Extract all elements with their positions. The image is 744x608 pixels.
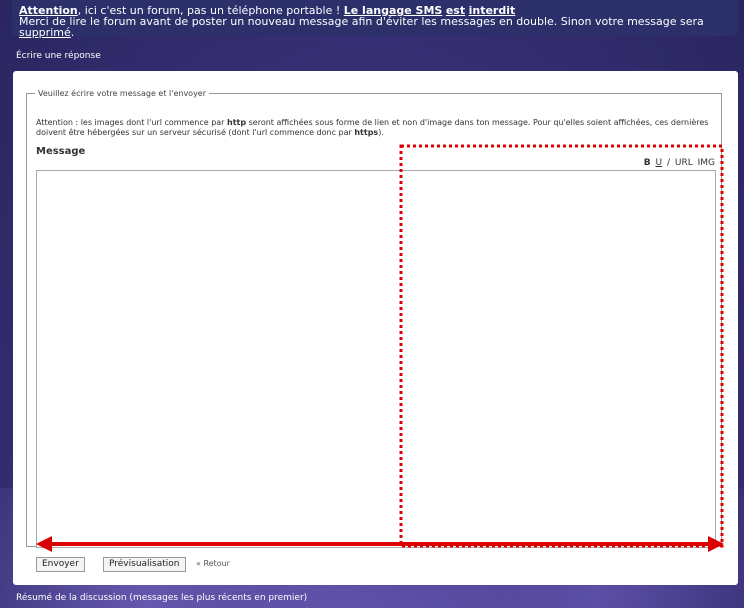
notice-line-2: Merci de lire le forum avant de poster u…: [19, 15, 704, 39]
message-textarea[interactable]: [36, 170, 716, 548]
preview-button[interactable]: Prévisualisation: [103, 557, 186, 572]
img-button[interactable]: IMG: [698, 158, 715, 168]
image-url-hint: Attention : les images dont l'url commen…: [36, 118, 716, 138]
url-button[interactable]: URL: [675, 158, 693, 168]
format-toolbar: B U / URL IMG: [642, 158, 715, 168]
hint-https: https: [354, 128, 379, 137]
reply-fieldset: Veuillez écrire votre message et l'envoy…: [26, 89, 722, 548]
send-button[interactable]: Envoyer: [36, 557, 85, 572]
discussion-summary-title: Résumé de la discussion (messages les pl…: [16, 593, 308, 603]
bold-button[interactable]: B: [644, 158, 651, 168]
forum-notice-banner: Attention, ici c'est un forum, pas un té…: [12, 0, 738, 39]
notice-deleted-word: supprimé: [19, 26, 71, 39]
reply-legend: Veuillez écrire votre message et l'envoy…: [38, 89, 207, 98]
reply-panel: Veuillez écrire votre message et l'envoy…: [13, 71, 738, 585]
hint-http: http: [227, 118, 247, 127]
underline-button[interactable]: U: [655, 158, 662, 168]
message-label: Message: [36, 146, 86, 157]
notice-line2-text: Merci de lire le forum avant de poster u…: [19, 15, 704, 28]
toolbar-separator: /: [666, 158, 670, 168]
hint-part-a: Attention : les images dont l'url commen…: [36, 118, 225, 127]
hint-part-c: ).: [378, 128, 384, 137]
section-title-write-reply: Écrire une réponse: [16, 51, 101, 61]
back-link[interactable]: « Retour: [196, 559, 230, 568]
